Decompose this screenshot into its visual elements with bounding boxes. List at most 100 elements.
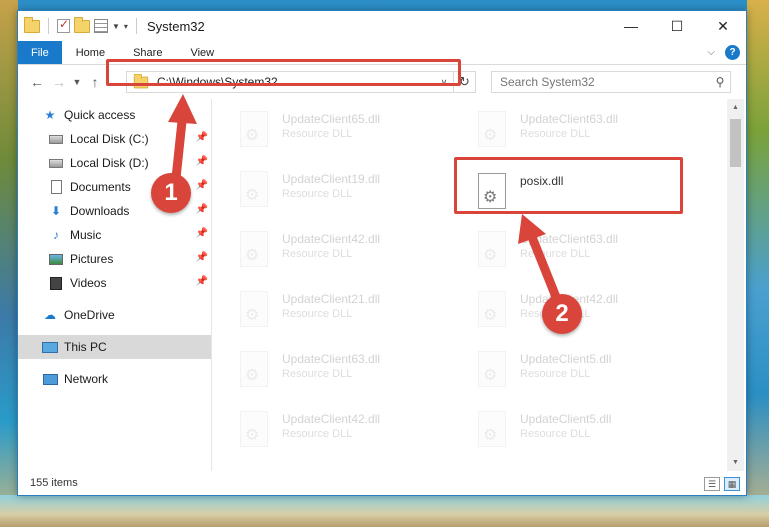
expand-ribbon-icon[interactable]: ⌵ xyxy=(707,47,715,58)
minimize-button[interactable]: — xyxy=(608,11,654,41)
chevron-down-icon[interactable]: ▼ xyxy=(112,22,120,31)
pin-icon[interactable]: 📌 xyxy=(196,180,208,191)
dll-file-icon: ⚙ xyxy=(476,351,510,391)
desktop-background-right xyxy=(747,0,769,527)
file-item[interactable]: ⚙ UpdateClient63.dll Resource DLL xyxy=(476,227,686,277)
file-type: Resource DLL xyxy=(520,368,591,380)
file-type: Resource DLL xyxy=(520,428,591,440)
forward-arrow-icon[interactable]: → xyxy=(48,74,70,90)
properties-icon[interactable] xyxy=(94,19,108,33)
pin-icon[interactable]: 📌 xyxy=(196,204,208,215)
window-title: System32 xyxy=(146,18,205,34)
new-folder-icon[interactable] xyxy=(74,16,90,33)
nav-network[interactable]: Network xyxy=(18,367,212,391)
dll-file-icon: ⚙ xyxy=(238,231,272,271)
scroll-up-icon[interactable]: ▲ xyxy=(727,99,744,116)
nav-label: Videos xyxy=(70,276,107,290)
tiles-view-icon[interactable]: ▦ xyxy=(724,477,740,491)
file-type: Resource DLL xyxy=(282,128,353,140)
dll-file-icon: ⚙ xyxy=(238,111,272,151)
file-item[interactable]: ⚙ UpdateClient19.dll Resource DLL xyxy=(238,167,448,217)
maximize-button[interactable]: ☐ xyxy=(654,11,700,41)
window-controls: — ☐ ✕ xyxy=(608,11,746,41)
help-icon[interactable]: ? xyxy=(725,45,740,60)
file-highlight-box xyxy=(454,157,683,214)
dll-file-icon: ⚙ xyxy=(238,411,272,451)
back-arrow-icon[interactable]: ← xyxy=(26,74,48,90)
address-highlight-box xyxy=(106,59,461,86)
nav-label: Network xyxy=(64,372,109,386)
pin-icon[interactable]: 📌 xyxy=(196,228,208,239)
customize-toolbar-icon[interactable]: ▾ xyxy=(124,22,128,31)
file-item[interactable]: ⚙ UpdateClient63.dll Resource DLL xyxy=(238,347,448,397)
vertical-scrollbar[interactable]: ▲ ▼ xyxy=(727,99,744,471)
file-name: UpdateClient63.dll xyxy=(282,352,381,366)
nav-label: Pictures xyxy=(70,252,114,266)
scroll-down-icon[interactable]: ▼ xyxy=(727,454,744,471)
nav-pictures[interactable]: Pictures 📌 xyxy=(18,247,212,271)
search-box[interactable]: ⚲ xyxy=(491,71,731,93)
properties-check-icon[interactable] xyxy=(57,17,70,33)
star-icon: ★ xyxy=(44,108,56,122)
video-icon xyxy=(48,275,64,291)
file-item[interactable]: ⚙ UpdateClient42.dll Resource DLL xyxy=(238,407,448,457)
file-item[interactable]: ⚙ UpdateClient21.dll Resource DLL xyxy=(238,287,448,337)
recent-locations-icon[interactable]: ▼ xyxy=(70,77,84,87)
toolbar-divider xyxy=(48,18,49,34)
search-input[interactable] xyxy=(500,75,710,89)
pin-icon[interactable]: 📌 xyxy=(196,156,208,167)
drive-icon xyxy=(48,131,64,147)
music-icon: ♪ xyxy=(53,228,59,242)
close-button[interactable]: ✕ xyxy=(700,11,746,41)
pin-icon[interactable]: 📌 xyxy=(196,252,208,263)
nav-label: OneDrive xyxy=(64,308,115,322)
nav-label: This PC xyxy=(64,340,107,354)
desktop-background-bottom xyxy=(0,495,769,527)
file-type: Resource DLL xyxy=(282,368,353,380)
nav-local-disk-d[interactable]: Local Disk (D:) 📌 xyxy=(18,151,212,175)
computer-icon xyxy=(42,339,58,355)
nav-quick-access[interactable]: ★ Quick access xyxy=(18,103,212,127)
file-type: Resource DLL xyxy=(282,248,353,260)
pin-icon[interactable]: 📌 xyxy=(196,276,208,287)
step-badge-2: 2 xyxy=(542,294,582,334)
cloud-icon: ☁ xyxy=(44,308,56,322)
dll-file-icon: ⚙ xyxy=(476,411,510,451)
nav-label: Quick access xyxy=(64,108,136,122)
nav-videos[interactable]: Videos 📌 xyxy=(18,271,212,295)
dll-file-icon: ⚙ xyxy=(238,291,272,331)
dll-file-icon: ⚙ xyxy=(476,291,510,331)
file-item[interactable]: ⚙ UpdateClient5.dll Resource DLL xyxy=(476,347,686,397)
navigation-pane: ★ Quick access Local Disk (C:) 📌 Local D… xyxy=(18,103,212,469)
file-item[interactable]: ⚙ UpdateClient5.dll Resource DLL xyxy=(476,407,686,457)
dll-file-icon: ⚙ xyxy=(238,351,272,391)
tab-file[interactable]: File xyxy=(18,41,62,64)
quick-access-toolbar: ▼ ▾ xyxy=(18,11,141,41)
nav-onedrive[interactable]: ☁ OneDrive xyxy=(18,303,212,327)
dll-file-icon: ⚙ xyxy=(238,171,272,211)
file-item[interactable]: ⚙ UpdateClient63.dll Resource DLL xyxy=(476,107,686,157)
file-name: UpdateClient42.dll xyxy=(282,412,381,426)
desktop-background-left xyxy=(0,0,18,527)
nav-this-pc[interactable]: This PC xyxy=(18,335,212,359)
view-buttons: ☰ ▦ xyxy=(704,477,740,491)
file-name: UpdateClient63.dll xyxy=(520,232,619,246)
file-item[interactable]: ⚙ UpdateClient65.dll Resource DLL xyxy=(238,107,448,157)
details-view-icon[interactable]: ☰ xyxy=(704,477,720,491)
up-arrow-icon[interactable]: ↑ xyxy=(84,74,106,90)
nav-local-disk-c[interactable]: Local Disk (C:) 📌 xyxy=(18,127,212,151)
pane-divider[interactable] xyxy=(211,99,212,471)
file-type: Resource DLL xyxy=(282,428,353,440)
nav-label: Documents xyxy=(70,180,131,194)
file-item[interactable]: ⚙ UpdateClient42.dll Resource DLL xyxy=(238,227,448,277)
nav-music[interactable]: ♪ Music 📌 xyxy=(18,223,212,247)
step-badge-1: 1 xyxy=(151,173,191,213)
scrollbar-thumb[interactable] xyxy=(730,119,741,167)
folder-icon xyxy=(24,16,40,33)
file-name: UpdateClient5.dll xyxy=(520,352,612,366)
title-bar: ▼ ▾ System32 — ☐ ✕ xyxy=(18,11,746,41)
pin-icon[interactable]: 📌 xyxy=(196,132,208,143)
dll-file-icon: ⚙ xyxy=(476,231,510,271)
file-type: Resource DLL xyxy=(282,308,353,320)
file-name: UpdateClient5.dll xyxy=(520,412,612,426)
